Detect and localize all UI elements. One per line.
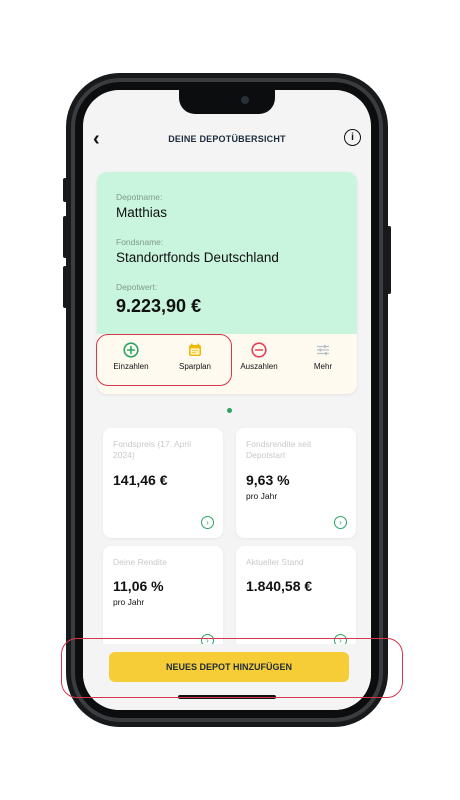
chevron-right-icon[interactable]: › <box>201 516 214 529</box>
page-indicator-dot <box>227 408 232 413</box>
stat-label: Deine Rendite <box>113 557 167 567</box>
highlight-cta-box <box>61 638 403 698</box>
stat-label: Fondsrendite seit Depotstart <box>246 439 312 460</box>
auszahlen-button[interactable]: Auszahlen <box>231 342 287 371</box>
depotname-label: Depotname: <box>116 192 163 202</box>
highlight-actions-box <box>96 334 232 386</box>
phone-side-button <box>387 226 391 294</box>
phone-side-button <box>63 178 67 202</box>
depot-card-info: Depotname: Matthias Fondsname: Standortf… <box>97 172 357 334</box>
mehr-label: Mehr <box>313 362 333 371</box>
depotwert-value: 9.223,90 € <box>116 296 202 316</box>
stat-subtext: pro Jahr <box>113 597 145 607</box>
depotname-value: Matthias <box>116 205 168 220</box>
stat-value: 9,63 % <box>246 472 290 488</box>
stat-label: Aktueller Stand <box>246 557 304 567</box>
stat-label: Fondspreis (17. April 2024) <box>113 439 191 460</box>
stat-value: 141,46 € <box>113 472 168 488</box>
phone-side-button <box>63 266 67 308</box>
notch <box>179 90 275 114</box>
page-title: DEINE DEPOTÜBERSICHT <box>168 134 286 144</box>
sliders-icon <box>317 345 329 355</box>
stat-subtext: pro Jahr <box>246 491 278 501</box>
camera-icon <box>241 96 249 104</box>
depotwert-label: Depotwert: <box>116 282 158 292</box>
stat-card-fondspreis[interactable]: Fondspreis (17. April 2024) 141,46 € › <box>103 428 223 538</box>
phone-side-button <box>63 216 67 258</box>
fondsname-value: Standortfonds Deutschland <box>116 250 279 265</box>
mehr-button[interactable]: Mehr <box>295 342 351 371</box>
minus-circle-icon <box>251 342 267 358</box>
info-icon[interactable]: i <box>344 129 361 146</box>
chevron-right-icon[interactable]: › <box>334 516 347 529</box>
phone-screen: ‹ DEINE DEPOTÜBERSICHT i Depotname: Matt… <box>83 90 371 710</box>
stat-card-fondsrendite[interactable]: Fondsrendite seit Depotstart 9,63 % pro … <box>236 428 356 538</box>
fondsname-label: Fondsname: <box>116 237 164 247</box>
stat-value: 1.840,58 € <box>246 578 313 594</box>
stat-value: 11,06 % <box>113 578 164 594</box>
auszahlen-label: Auszahlen <box>240 362 278 371</box>
top-bar: ‹ DEINE DEPOTÜBERSICHT i <box>83 122 371 158</box>
